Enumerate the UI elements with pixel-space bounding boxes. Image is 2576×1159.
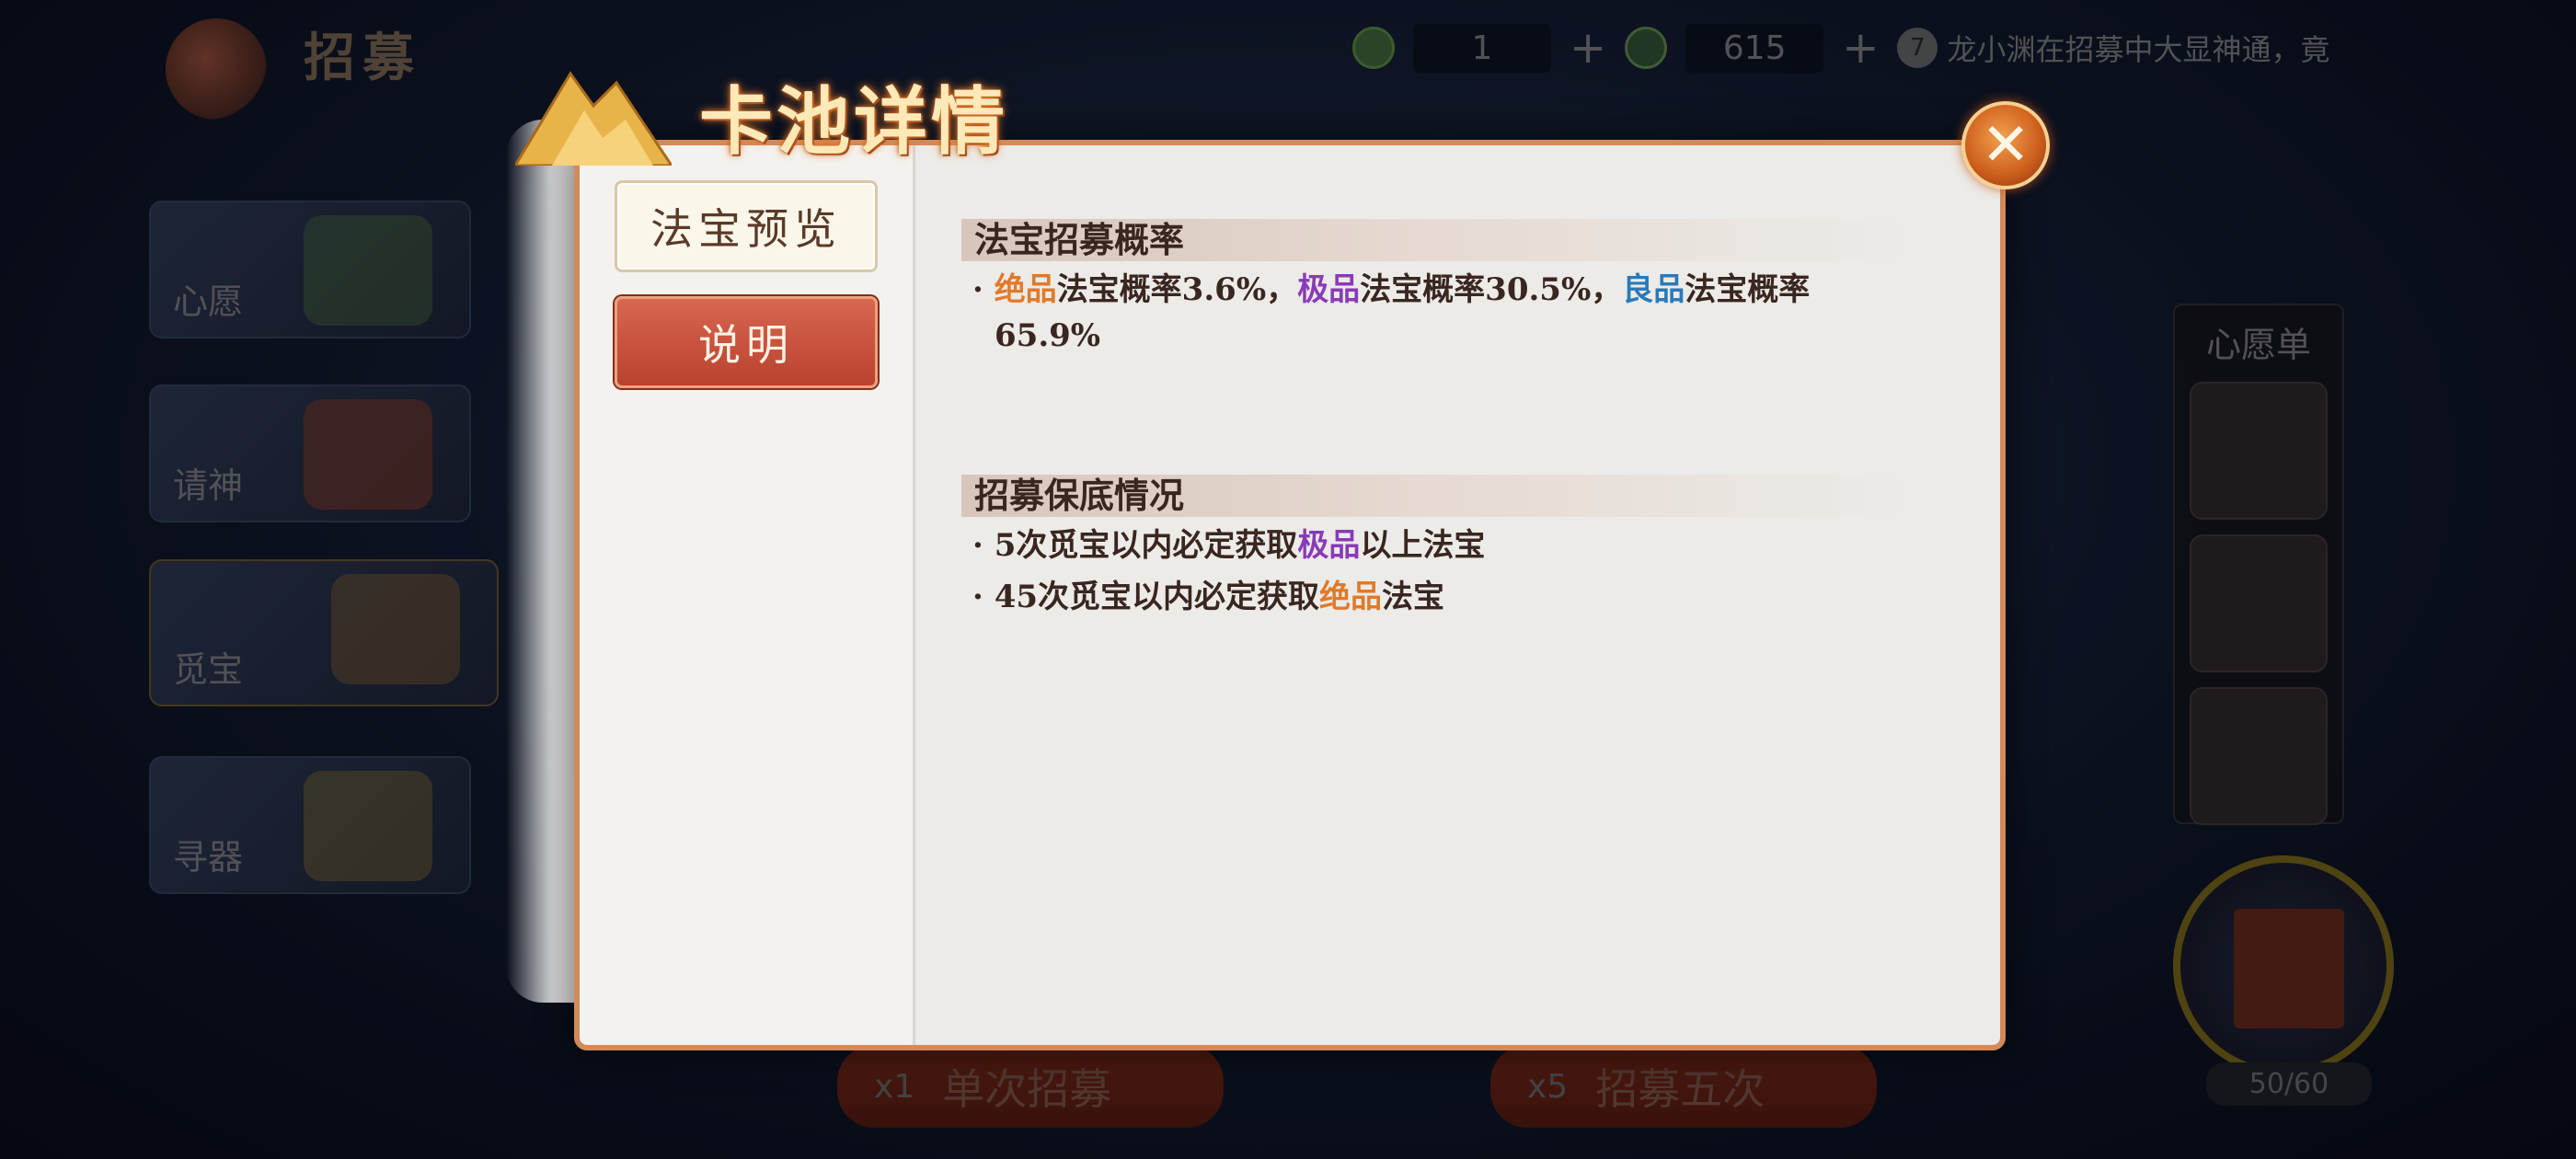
close-icon: ✕ — [1981, 111, 2030, 179]
tab-explanation[interactable]: 说明 — [615, 296, 878, 388]
modal-title: 卡池详情 — [699, 78, 1008, 165]
pity-1-prefix: 5次觅宝以内必定获取 — [994, 527, 1298, 564]
pool-details-modal: 法宝预览 说明 法宝招募概率 · 绝品法宝概率3.6%，极品法宝概率30.5%，… — [574, 140, 2006, 1050]
pity-2-prefix: 45次觅宝以内必定获取 — [994, 579, 1320, 615]
pity-2-quality: 绝品 — [1319, 579, 1383, 615]
rate-high-text: 法宝概率30.5%， — [1360, 271, 1623, 308]
modal-title-banner: 卡池详情 — [478, 46, 1030, 166]
rate-top-text: 法宝概率3.6%， — [1056, 271, 1298, 308]
rates-section: 法宝招募概率 · 绝品法宝概率3.6%，极品法宝概率30.5%，良品法宝概率65… — [961, 219, 1909, 359]
quality-top-label: 绝品 — [994, 271, 1057, 308]
pity-section: 招募保底情况 · 5次觅宝以内必定获取极品以上法宝 · 45次觅宝以内必定获取绝… — [961, 475, 1909, 620]
pity-1-suffix: 以上法宝 — [1360, 527, 1486, 564]
pity-1-quality: 极品 — [1297, 527, 1361, 564]
rates-heading: 法宝招募概率 — [961, 219, 1909, 261]
pity-line-2: · 45次觅宝以内必定获取绝品法宝 — [972, 579, 1445, 615]
close-button[interactable]: ✕ — [1961, 101, 2050, 189]
pity-heading: 招募保底情况 — [961, 475, 1909, 517]
modal-content: 法宝招募概率 · 绝品法宝概率3.6%，极品法宝概率30.5%，良品法宝概率65… — [915, 145, 2000, 1045]
tab-treasure-preview[interactable]: 法宝预览 — [615, 180, 878, 272]
scroll-roll-decoration — [506, 120, 580, 1003]
quality-good-label: 良品 — [1622, 271, 1685, 308]
rates-line: · 绝品法宝概率3.6%，极品法宝概率30.5%，良品法宝概率65.9% — [972, 271, 1811, 354]
golden-mountain-icon — [515, 71, 672, 166]
pity-2-suffix: 法宝 — [1382, 579, 1445, 615]
quality-high-label: 极品 — [1297, 271, 1361, 308]
modal-nav-panel: 法宝预览 说明 — [580, 145, 915, 1045]
pity-line-1: · 5次觅宝以内必定获取极品以上法宝 — [972, 527, 1486, 564]
